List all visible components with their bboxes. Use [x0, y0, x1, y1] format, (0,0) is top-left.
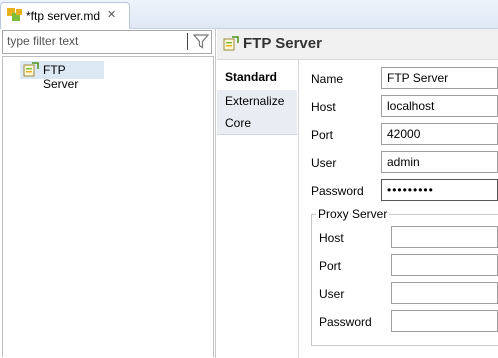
- details-header: FTP Server: [217, 29, 498, 60]
- tree-item-ftp-server[interactable]: FTP Server: [20, 61, 104, 91]
- proxy-host-label: Host: [319, 231, 344, 245]
- editor-tab-title: *ftp server.md: [26, 9, 101, 23]
- tab-label: Core: [225, 116, 252, 130]
- port-label: Port: [311, 128, 334, 142]
- proxy-password-field[interactable]: [391, 310, 498, 332]
- close-icon[interactable]: ✕: [107, 8, 116, 21]
- tab-core[interactable]: Core: [217, 112, 297, 135]
- tab-standard[interactable]: Standard: [217, 66, 297, 89]
- proxy-group-title: Proxy Server: [316, 207, 390, 221]
- ftp-server-icon: [23, 62, 39, 77]
- host-field[interactable]: [381, 95, 498, 117]
- filter-separator: [187, 33, 188, 50]
- filter-box: [2, 30, 212, 54]
- tab-label: Standard: [225, 70, 278, 84]
- proxy-port-label: Port: [319, 259, 342, 273]
- proxy-host-field[interactable]: [391, 226, 498, 248]
- filter-funnel-icon[interactable]: [193, 33, 209, 50]
- proxy-password-label: Password: [319, 315, 372, 329]
- proxy-port-field[interactable]: [391, 254, 498, 276]
- port-field[interactable]: [381, 123, 498, 145]
- password-field[interactable]: [381, 179, 498, 201]
- property-tabs: Standard Externalize Core: [217, 66, 297, 358]
- user-field[interactable]: [381, 151, 498, 173]
- filter-input[interactable]: [3, 31, 177, 51]
- ftp-server-icon: [223, 36, 239, 51]
- host-label: Host: [311, 100, 336, 114]
- tab-label: Externalize: [225, 94, 285, 108]
- user-label: User: [311, 156, 337, 170]
- editor-tab[interactable]: *ftp server.md ✕: [0, 2, 130, 29]
- password-label: Password: [311, 184, 364, 198]
- proxy-user-label: User: [319, 287, 345, 301]
- name-field[interactable]: [381, 67, 498, 89]
- tree-view: [2, 56, 214, 357]
- name-label: Name: [311, 72, 344, 86]
- proxy-user-field[interactable]: [391, 282, 498, 304]
- page-title: FTP Server: [243, 35, 322, 52]
- tab-externalize[interactable]: Externalize: [217, 90, 297, 113]
- model-file-icon: [7, 8, 22, 21]
- tree-item-label: FTP Server: [43, 63, 79, 91]
